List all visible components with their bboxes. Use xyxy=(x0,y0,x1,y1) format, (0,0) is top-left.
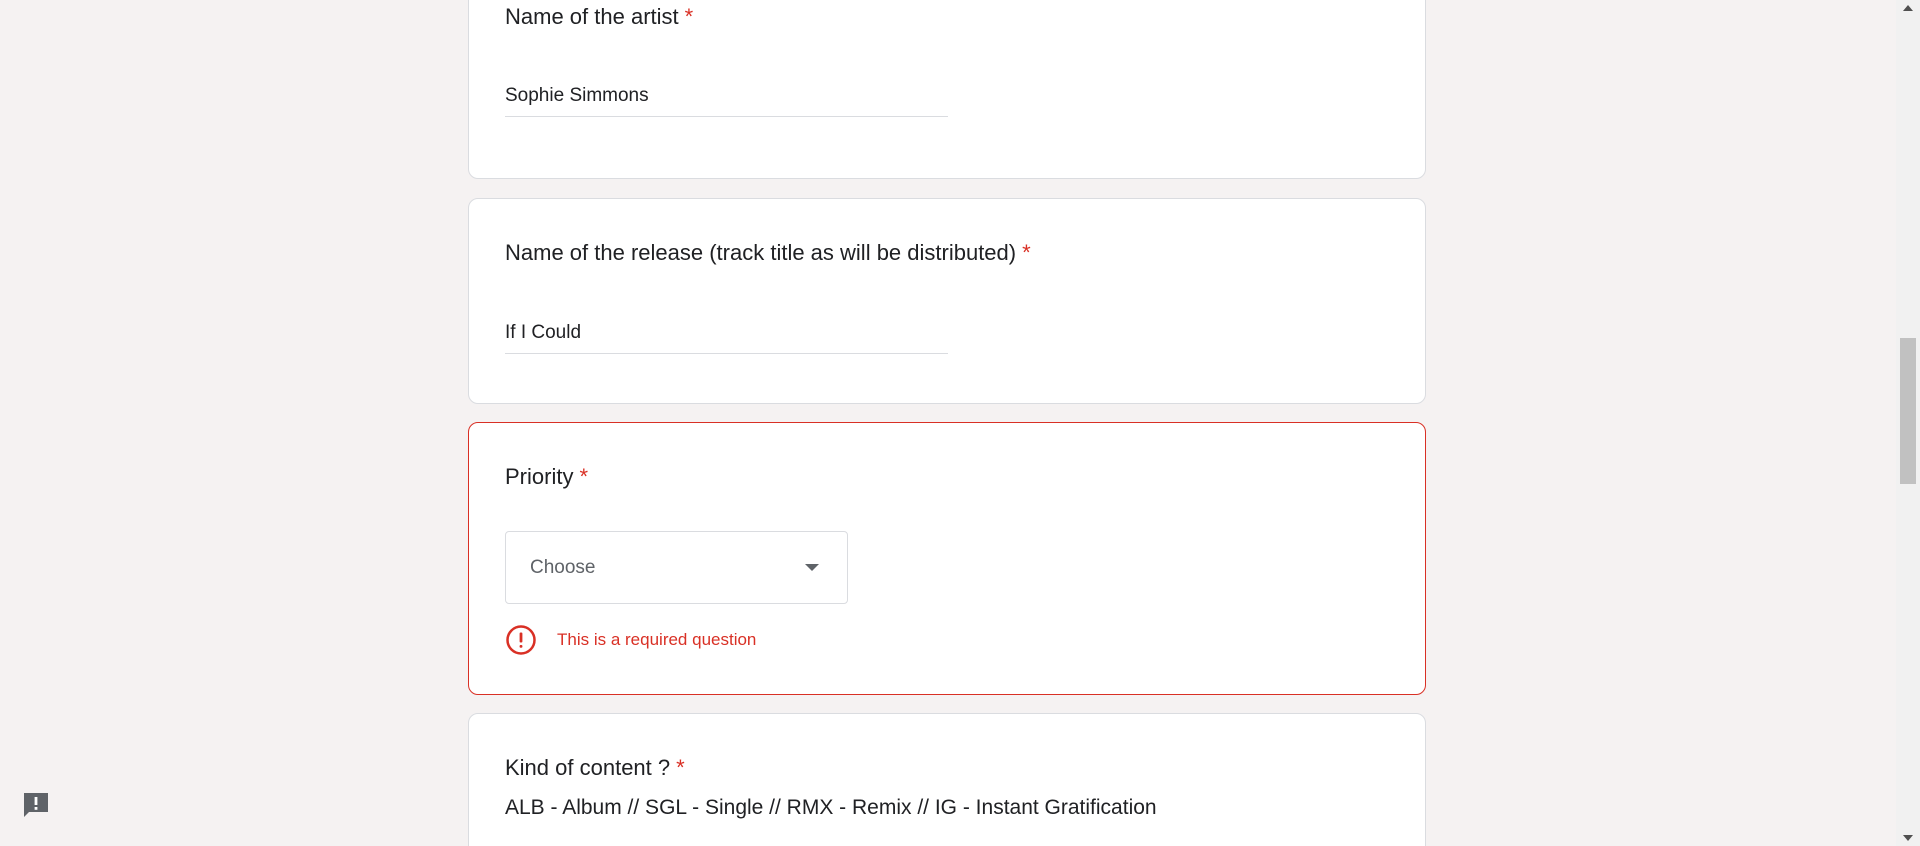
error-text: This is a required question xyxy=(557,630,757,649)
question-description: ALB - Album // SGL - Single // RMX - Rem… xyxy=(505,796,1157,819)
arrow-drop-down-icon xyxy=(805,564,819,571)
question-title: Priority * xyxy=(505,463,588,491)
report-feedback-icon[interactable] xyxy=(20,789,52,821)
dropdown-placeholder: Choose xyxy=(530,557,596,578)
page-scrollbar[interactable] xyxy=(1896,0,1920,846)
required-asterisk: * xyxy=(1022,240,1031,265)
release-name-input[interactable]: If I Could xyxy=(505,316,948,354)
question-title-text: Priority xyxy=(505,464,574,489)
error-message: This is a required question xyxy=(505,624,756,656)
question-card-kind-of-content: Kind of content ? * ALB - Album // SGL - … xyxy=(468,713,1426,846)
question-title: Name of the artist * xyxy=(505,3,693,31)
error-circle-icon xyxy=(506,625,536,655)
scroll-up-arrow-icon[interactable] xyxy=(1903,5,1913,11)
question-title-text: Kind of content ? xyxy=(505,755,671,780)
question-card-artist: Name of the artist * Sophie Simmons xyxy=(468,0,1426,179)
question-title: Kind of content ? * xyxy=(505,754,685,782)
scrollbar-thumb[interactable] xyxy=(1900,338,1916,484)
question-card-priority: Priority * Choose This is a required ques… xyxy=(468,422,1426,695)
priority-dropdown[interactable]: Choose xyxy=(505,531,848,604)
question-title-text: Name of the artist xyxy=(505,4,679,29)
artist-name-input[interactable]: Sophie Simmons xyxy=(505,79,948,117)
question-card-release: Name of the release (track title as will… xyxy=(468,198,1426,404)
question-title-text: Name of the release (track title as will… xyxy=(505,240,1017,265)
form-page: Name of the artist * Sophie Simmons Name … xyxy=(0,0,1920,846)
scroll-down-arrow-icon[interactable] xyxy=(1903,835,1913,841)
required-asterisk: * xyxy=(579,464,589,489)
question-title: Name of the release (track title as will… xyxy=(505,239,1031,267)
required-asterisk: * xyxy=(684,4,694,29)
required-asterisk: * xyxy=(676,755,685,780)
